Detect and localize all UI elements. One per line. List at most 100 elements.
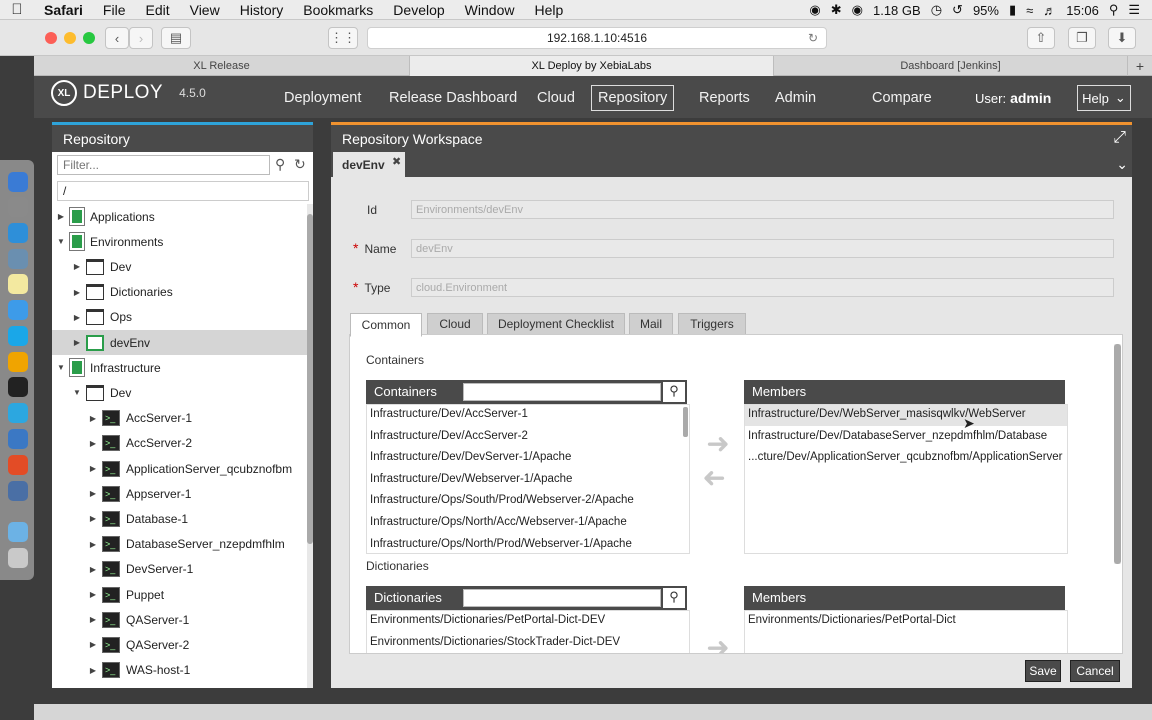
expand-icon[interactable]: ⤢	[1113, 129, 1126, 147]
tabs-overview-icon[interactable]: ❐	[1068, 27, 1096, 49]
collapse-arrow-icon[interactable]: ▼	[56, 363, 66, 372]
list-item[interactable]: Infrastructure/Dev/WebServer_masisqwlkv/…	[745, 405, 1067, 426]
type-field[interactable]: cloud.Environment	[411, 278, 1114, 297]
menu-file[interactable]: File	[93, 2, 136, 18]
trash-icon[interactable]	[8, 548, 28, 568]
expand-arrow-icon[interactable]: ▶	[88, 615, 98, 624]
help-button[interactable]: Help ⌄	[1077, 85, 1131, 111]
expand-arrow-icon[interactable]: ▶	[88, 514, 98, 523]
form-tab-deployment-checklist[interactable]: Deployment Checklist	[487, 313, 625, 335]
expand-arrow-icon[interactable]: ▶	[72, 338, 82, 347]
menu-window[interactable]: Window	[455, 2, 525, 18]
tree-scrollbar[interactable]	[307, 204, 313, 688]
tree-node[interactable]: ▶ >_ ApplicationServer_qcubznofbm	[52, 456, 307, 481]
tree-node[interactable]: ▶ Applications	[52, 204, 307, 229]
menu-app-name[interactable]: Safari	[34, 2, 93, 18]
browser-tab-active[interactable]: XL Deploy by XebiaLabs	[410, 56, 774, 76]
refresh-icon[interactable]: ↻	[294, 156, 306, 173]
containers-search-input[interactable]	[463, 383, 661, 401]
menu-bookmarks[interactable]: Bookmarks	[293, 2, 383, 18]
search-icon[interactable]: ⚲	[663, 588, 685, 608]
expand-arrow-icon[interactable]: ▶	[88, 540, 98, 549]
tree-node[interactable]: ▶ >_ AccServer-1	[52, 406, 307, 431]
expand-arrow-icon[interactable]: ▶	[72, 313, 82, 322]
apple-icon[interactable]: 	[0, 1, 34, 18]
menu-edit[interactable]: Edit	[135, 2, 179, 18]
nav-release-dashboard[interactable]: Release Dashboard	[383, 85, 523, 111]
collapse-chevron-icon[interactable]: ⌄	[1116, 156, 1128, 173]
form-scrollbar-thumb[interactable]	[1114, 344, 1121, 564]
save-button[interactable]: Save	[1025, 660, 1061, 682]
preview-icon[interactable]	[8, 249, 28, 269]
bluetooth-icon[interactable]: ✱	[831, 2, 842, 18]
list-item[interactable]: Infrastructure/Ops/North/Acc/Webserver-1…	[367, 513, 667, 534]
collapse-arrow-icon[interactable]: ▼	[56, 237, 66, 246]
tree-node[interactable]: ▼ Infrastructure	[52, 355, 307, 380]
tree-node[interactable]: ▶ >_ Puppet	[52, 582, 307, 607]
list-item[interactable]: Infrastructure/Ops/North/Prod/Webserver-…	[367, 535, 667, 556]
notifications-icon[interactable]: ☰	[1128, 2, 1140, 18]
form-tab-common[interactable]: Common	[350, 313, 422, 337]
skype-icon[interactable]	[8, 326, 28, 346]
list-item[interactable]: Infrastructure/Dev/AccServer-2	[367, 427, 667, 448]
messages-icon[interactable]	[8, 300, 28, 320]
collapse-arrow-icon[interactable]: ▼	[72, 388, 82, 397]
nav-reports[interactable]: Reports	[693, 85, 756, 111]
forward-icon[interactable]: ›	[129, 27, 153, 49]
volume-icon[interactable]: ♬	[1043, 3, 1056, 18]
expand-arrow-icon[interactable]: ▶	[88, 414, 98, 423]
folder-icon[interactable]	[8, 522, 28, 542]
form-tab-triggers[interactable]: Triggers	[678, 313, 746, 335]
tree-node[interactable]: ▶ >_ QAServer-2	[52, 632, 307, 657]
tree-node[interactable]: ▶ >_ Database-1	[52, 506, 307, 531]
dictionaries-search-input[interactable]	[463, 589, 661, 607]
back-icon[interactable]: ‹	[105, 27, 129, 49]
tree-node[interactable]: ▶ >_ DevServer-1	[52, 557, 307, 582]
minimize-window-icon[interactable]	[64, 32, 76, 44]
list-item[interactable]: Environments/Dictionaries/PetPortal-Dict	[745, 611, 1065, 632]
terminal-icon[interactable]	[8, 377, 28, 397]
tree-node[interactable]: ▼ Environments	[52, 229, 307, 254]
user-name[interactable]: admin	[1010, 90, 1051, 106]
tree-node[interactable]: ▶ >_ QAServer-1	[52, 607, 307, 632]
tree-node[interactable]: ▶ devEnv	[52, 330, 307, 355]
browser-tab[interactable]: Dashboard [Jenkins]	[774, 56, 1128, 76]
containers-scrollbar[interactable]	[683, 407, 688, 437]
form-tab-cloud[interactable]: Cloud	[427, 313, 483, 335]
zoom-window-icon[interactable]	[83, 32, 95, 44]
close-window-icon[interactable]	[45, 32, 57, 44]
menu-help[interactable]: Help	[524, 2, 573, 18]
cancel-button[interactable]: Cancel	[1070, 660, 1120, 682]
clock[interactable]: 15:06	[1066, 3, 1099, 18]
tree-node[interactable]: ▶ >_ WAS-host-1	[52, 658, 307, 683]
tree-node[interactable]: ▶ Dictionaries	[52, 280, 307, 305]
expand-arrow-icon[interactable]: ▶	[88, 666, 98, 675]
top-sites-icon[interactable]: ⋮⋮	[328, 27, 358, 49]
tree-node[interactable]: ▼ Dev	[52, 380, 307, 405]
expand-arrow-icon[interactable]: ▶	[88, 489, 98, 498]
repository-filter-input[interactable]	[57, 155, 270, 175]
finder-icon[interactable]	[8, 172, 28, 192]
tree-node[interactable]: ▶ Ops	[52, 305, 307, 330]
battery-readout[interactable]: 95%	[973, 3, 999, 18]
add-member-arrow-icon[interactable]: ➜	[703, 430, 733, 458]
menu-develop[interactable]: Develop	[383, 2, 454, 18]
tree-node[interactable]: ▶ >_ DatabaseServer_nzepdmfhlm	[52, 532, 307, 557]
spotlight-icon[interactable]: ⚲	[1109, 2, 1119, 18]
expand-arrow-icon[interactable]: ▶	[72, 262, 82, 271]
share-icon[interactable]: ⇧	[1027, 27, 1055, 49]
expand-arrow-icon[interactable]: ▶	[72, 288, 82, 297]
chat-icon[interactable]	[8, 429, 28, 449]
add-dictionary-arrow-icon[interactable]: ➜	[703, 634, 733, 654]
close-tab-icon[interactable]: ✖	[392, 155, 401, 168]
expand-arrow-icon[interactable]: ▶	[88, 565, 98, 574]
history-icon[interactable]: ◷	[931, 2, 942, 18]
nav-repository[interactable]: Repository	[591, 85, 675, 111]
expand-arrow-icon[interactable]: ▶	[56, 212, 66, 221]
memory-readout[interactable]: 1.18 GB	[873, 3, 921, 18]
search-icon[interactable]: ⚲	[275, 156, 285, 173]
new-tab-icon[interactable]: +	[1128, 56, 1152, 76]
nav-deployment[interactable]: Deployment	[278, 85, 367, 111]
expand-arrow-icon[interactable]: ▶	[88, 590, 98, 599]
list-item[interactable]: Infrastructure/Dev/DatabaseServer_nzepdm…	[745, 427, 1067, 448]
